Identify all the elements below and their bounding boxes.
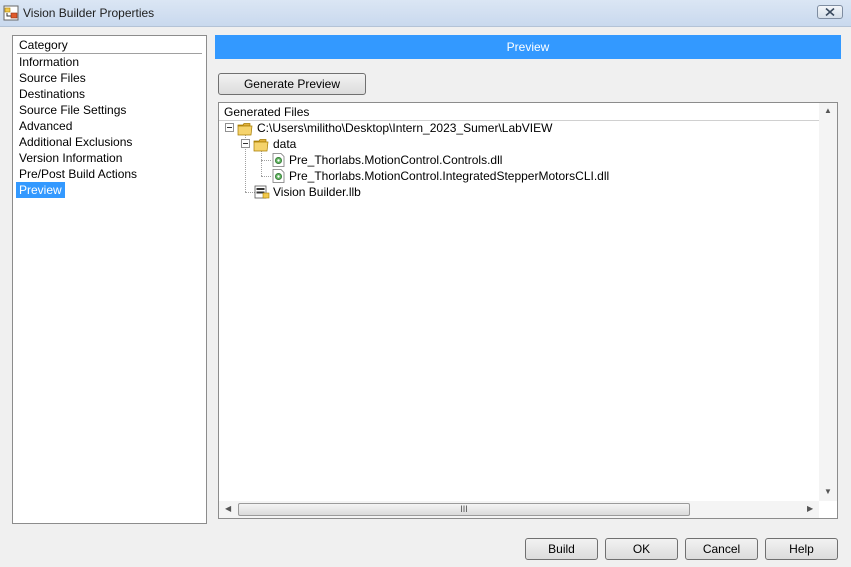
collapse-root-toggle[interactable]	[225, 123, 234, 132]
category-item-advanced[interactable]: Advanced	[16, 118, 75, 134]
tree-connector	[261, 150, 262, 176]
ok-button[interactable]: OK	[605, 538, 678, 560]
tree-file-controls-dll[interactable]: Pre_Thorlabs.MotionControl.Controls.dll	[289, 152, 502, 168]
vertical-scrollbar[interactable]: ▲ ▼	[819, 103, 837, 501]
tree-file-vision-builder-llb[interactable]: Vision Builder.llb	[273, 184, 361, 200]
category-item-additional-exclusions[interactable]: Additional Exclusions	[16, 134, 135, 150]
category-item-information[interactable]: Information	[16, 54, 82, 70]
generated-files-tree: Generated Files C:\Users\militho\Desktop…	[218, 102, 838, 519]
category-item-version-information[interactable]: Version Information	[16, 150, 125, 166]
generate-preview-button[interactable]: Generate Preview	[218, 73, 366, 95]
tree-folder-data[interactable]: data	[273, 136, 296, 152]
tree-connector	[261, 160, 271, 161]
category-item-preview[interactable]: Preview	[16, 182, 65, 198]
scroll-down-arrow-icon[interactable]: ▼	[824, 487, 832, 496]
cancel-button[interactable]: Cancel	[685, 538, 758, 560]
help-button[interactable]: Help	[765, 538, 838, 560]
category-header: Category	[19, 38, 68, 52]
category-item-pre-post-build-actions[interactable]: Pre/Post Build Actions	[16, 166, 140, 182]
collapse-data-toggle[interactable]	[241, 139, 250, 148]
generated-files-header: Generated Files	[224, 105, 310, 119]
category-item-source-file-settings[interactable]: Source File Settings	[16, 102, 129, 118]
category-item-destinations[interactable]: Destinations	[16, 86, 88, 102]
tree-connector	[261, 176, 271, 177]
scroll-left-arrow-icon[interactable]: ◀	[225, 504, 231, 513]
close-button[interactable]	[817, 5, 843, 19]
title-bar: Vision Builder Properties	[0, 0, 851, 27]
preview-banner: Preview	[215, 35, 841, 59]
tree-file-stepper-dll[interactable]: Pre_Thorlabs.MotionControl.IntegratedSte…	[289, 168, 609, 184]
horizontal-scrollbar[interactable]: ◀ III ▶	[219, 501, 819, 518]
dll-file-icon	[272, 153, 285, 167]
category-list: Information Source Files Destinations So…	[16, 54, 202, 198]
category-panel: Category Information Source Files Destin…	[12, 35, 207, 524]
folder-open-icon	[237, 123, 253, 136]
dll-file-icon	[272, 169, 285, 183]
category-item-source-files[interactable]: Source Files	[16, 70, 89, 86]
scroll-right-arrow-icon[interactable]: ▶	[807, 504, 813, 513]
tree-root-path[interactable]: C:\Users\militho\Desktop\Intern_2023_Sum…	[257, 120, 552, 136]
labview-build-icon	[3, 5, 19, 21]
close-icon	[825, 8, 835, 16]
horizontal-scroll-thumb[interactable]: III	[238, 503, 690, 516]
scroll-up-arrow-icon[interactable]: ▲	[824, 106, 832, 115]
build-button[interactable]: Build	[525, 538, 598, 560]
window-title: Vision Builder Properties	[23, 6, 155, 20]
llb-library-icon	[254, 185, 270, 199]
folder-open-icon	[253, 139, 269, 152]
